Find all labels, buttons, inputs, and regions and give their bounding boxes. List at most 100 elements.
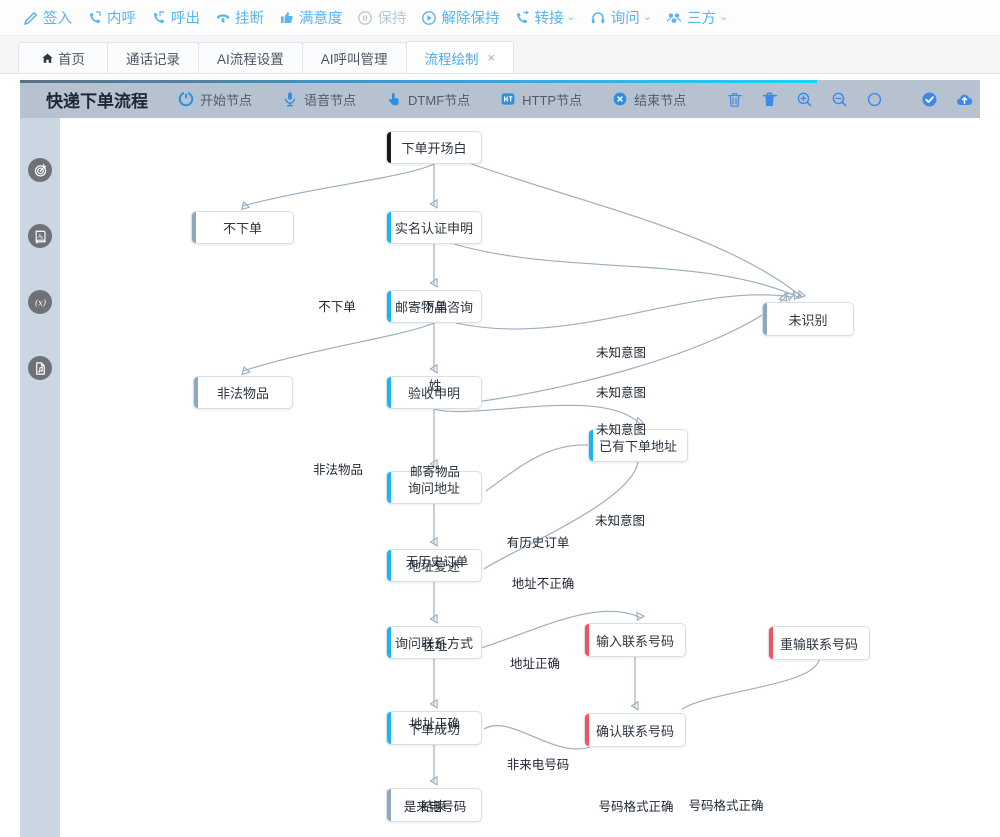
- edge-label: 非法物品: [312, 463, 364, 477]
- flow-node-label: 重输联系号码: [779, 636, 858, 652]
- progress-bar: [20, 80, 817, 83]
- palette-button-0[interactable]: 开始节点: [178, 90, 252, 109]
- edge-label: 姓: [428, 379, 442, 393]
- flow-node-label: 已有下单地址: [598, 439, 677, 454]
- flow-edge: [453, 243, 803, 301]
- flow-work-area: Az (x) 下单开场白 不下单 实名认证申明 邮寄物品咨询 未识别 非法物品 验收申明 已有下…: [20, 118, 1000, 837]
- cti-button-7[interactable]: 转接 ⌄: [514, 7, 576, 28]
- chevron-down-icon[interactable]: ⌄: [567, 12, 576, 23]
- flow-node-label: 输入联系号码: [595, 633, 674, 649]
- cti-button-label: 签入: [43, 11, 72, 27]
- validate-icon[interactable]: [921, 91, 938, 108]
- flow-title: 快递下单流程: [46, 91, 148, 111]
- chevron-down-icon[interactable]: ⌄: [719, 12, 728, 23]
- cti-button-8[interactable]: 询问 ⌄: [590, 7, 652, 28]
- edge-label: 未知意图: [595, 386, 647, 400]
- cti-button-1[interactable]: 内呼: [86, 7, 136, 28]
- cti-button-9[interactable]: 三方 ⌄: [666, 7, 728, 28]
- audio-file-icon[interactable]: [28, 356, 52, 380]
- cti-button-3[interactable]: 挂断: [214, 7, 264, 28]
- zoom-in-icon[interactable]: [796, 91, 813, 108]
- tab-label: AI流程设置: [217, 52, 284, 67]
- zoom-out-icon[interactable]: [831, 91, 848, 108]
- tab-2[interactable]: AI流程设置: [198, 42, 303, 73]
- edge-label: 住址: [422, 639, 448, 653]
- cti-button-label: 呼出: [171, 11, 200, 27]
- flow-node[interactable]: 实名认证申明: [386, 211, 482, 244]
- tab-0[interactable]: 首页: [18, 42, 108, 73]
- edge-label: 地址正确: [409, 717, 461, 731]
- flow-canvas[interactable]: 下单开场白 不下单 实名认证申明 邮寄物品咨询 未识别 非法物品 验收申明 已有下单地址 询问地…: [60, 118, 1000, 837]
- cti-button-label: 询问: [610, 11, 640, 27]
- tab-label: 通话记录: [126, 52, 180, 67]
- edge-label: 是来电号码: [403, 800, 467, 814]
- reset-zoom-icon[interactable]: [866, 91, 883, 108]
- node-palette: 开始节点 语音节点 DTMF节点 HTTP节点 结束节点: [178, 90, 716, 109]
- edge-label: 未知意图: [595, 423, 647, 437]
- cti-button-5[interactable]: 保持: [357, 7, 407, 28]
- flow-node-label: 不下单: [222, 221, 262, 236]
- headset-icon: [590, 9, 607, 26]
- edge-label: 有历史订单: [506, 536, 570, 550]
- flow-node-label: 询问地址: [407, 481, 460, 496]
- tab-label: 首页: [58, 52, 85, 67]
- flow-node[interactable]: 下单开场白: [386, 131, 482, 164]
- cti-toolbar: 签入 内呼 呼出 挂断 满意度 保持 解除保持 转接 ⌄ 询问 ⌄ 三方 ⌄: [0, 0, 1000, 36]
- hangup-icon: [214, 9, 231, 26]
- edge-label: 地址正确: [509, 657, 561, 671]
- flow-node[interactable]: 未识别: [762, 302, 854, 336]
- phone-out-icon: [150, 9, 167, 26]
- tab-close-icon[interactable]: ×: [488, 50, 496, 65]
- edge-label: 非来电号码: [506, 758, 570, 772]
- palette-button-4[interactable]: 结束节点: [612, 90, 686, 109]
- palette-button-3[interactable]: HTTP节点: [500, 90, 582, 109]
- flow-edge: [455, 292, 796, 330]
- edge-label: 下单: [422, 300, 448, 314]
- tab-3[interactable]: AI呼叫管理: [301, 42, 407, 73]
- cti-button-6[interactable]: 解除保持: [421, 7, 500, 28]
- cloud-upload-icon[interactable]: [956, 91, 973, 108]
- flow-node[interactable]: 输入联系号码: [584, 623, 686, 657]
- target-icon[interactable]: [28, 158, 52, 182]
- home-icon: [41, 52, 53, 64]
- transfer-icon: [514, 9, 531, 26]
- cti-button-4[interactable]: 满意度: [278, 7, 343, 28]
- cti-button-label: 内呼: [107, 11, 136, 27]
- http-icon: [500, 91, 516, 107]
- tab-4[interactable]: 流程绘制 ×: [405, 41, 515, 73]
- flow-editor-header: 快递下单流程 开始节点 语音节点 DTMF节点 HTTP节点 结束节点: [20, 80, 980, 118]
- edge-label: 不下单: [318, 300, 356, 314]
- dictionary-icon[interactable]: Az: [28, 224, 52, 248]
- cti-button-0[interactable]: 签入: [22, 7, 72, 28]
- palette-button-label: 开始节点: [200, 92, 253, 108]
- flow-node[interactable]: 重输联系号码: [768, 626, 870, 660]
- microphone-icon: [282, 91, 298, 107]
- palette-button-1[interactable]: 语音节点: [282, 90, 356, 109]
- flow-node[interactable]: 确认联系号码: [584, 713, 686, 747]
- svg-text:z: z: [40, 234, 42, 239]
- palette-button-2[interactable]: DTMF节点: [386, 90, 470, 109]
- flow-edge: [241, 322, 435, 376]
- cti-button-label: 三方: [686, 11, 716, 27]
- flow-edge: [485, 444, 589, 492]
- hand-touch-icon: [386, 91, 402, 107]
- flow-edge: [681, 659, 820, 710]
- thumbs-up-icon: [278, 9, 295, 26]
- flow-node[interactable]: 不下单: [191, 211, 294, 244]
- palette-button-label: 结束节点: [634, 92, 687, 108]
- tab-strip: 首页 通话记录 AI流程设置 AI呼叫管理 流程绘制 ×: [0, 36, 1000, 74]
- edge-label: 邮寄物品: [409, 465, 461, 479]
- chevron-down-icon[interactable]: ⌄: [643, 12, 652, 23]
- variable-icon[interactable]: (x): [28, 290, 52, 314]
- tab-label: AI呼叫管理: [320, 52, 388, 67]
- flow-node-label: 非法物品: [216, 386, 269, 401]
- clear-canvas-icon[interactable]: [726, 91, 743, 108]
- pen-icon: [22, 9, 39, 26]
- play-icon: [421, 9, 438, 26]
- tab-1[interactable]: 通话记录: [107, 42, 199, 73]
- flow-node[interactable]: 非法物品: [193, 376, 293, 409]
- delete-node-icon[interactable]: [761, 91, 778, 108]
- flow-edge: [465, 161, 807, 300]
- cti-button-2[interactable]: 呼出: [150, 7, 200, 28]
- cti-button-label: 解除保持: [441, 11, 500, 27]
